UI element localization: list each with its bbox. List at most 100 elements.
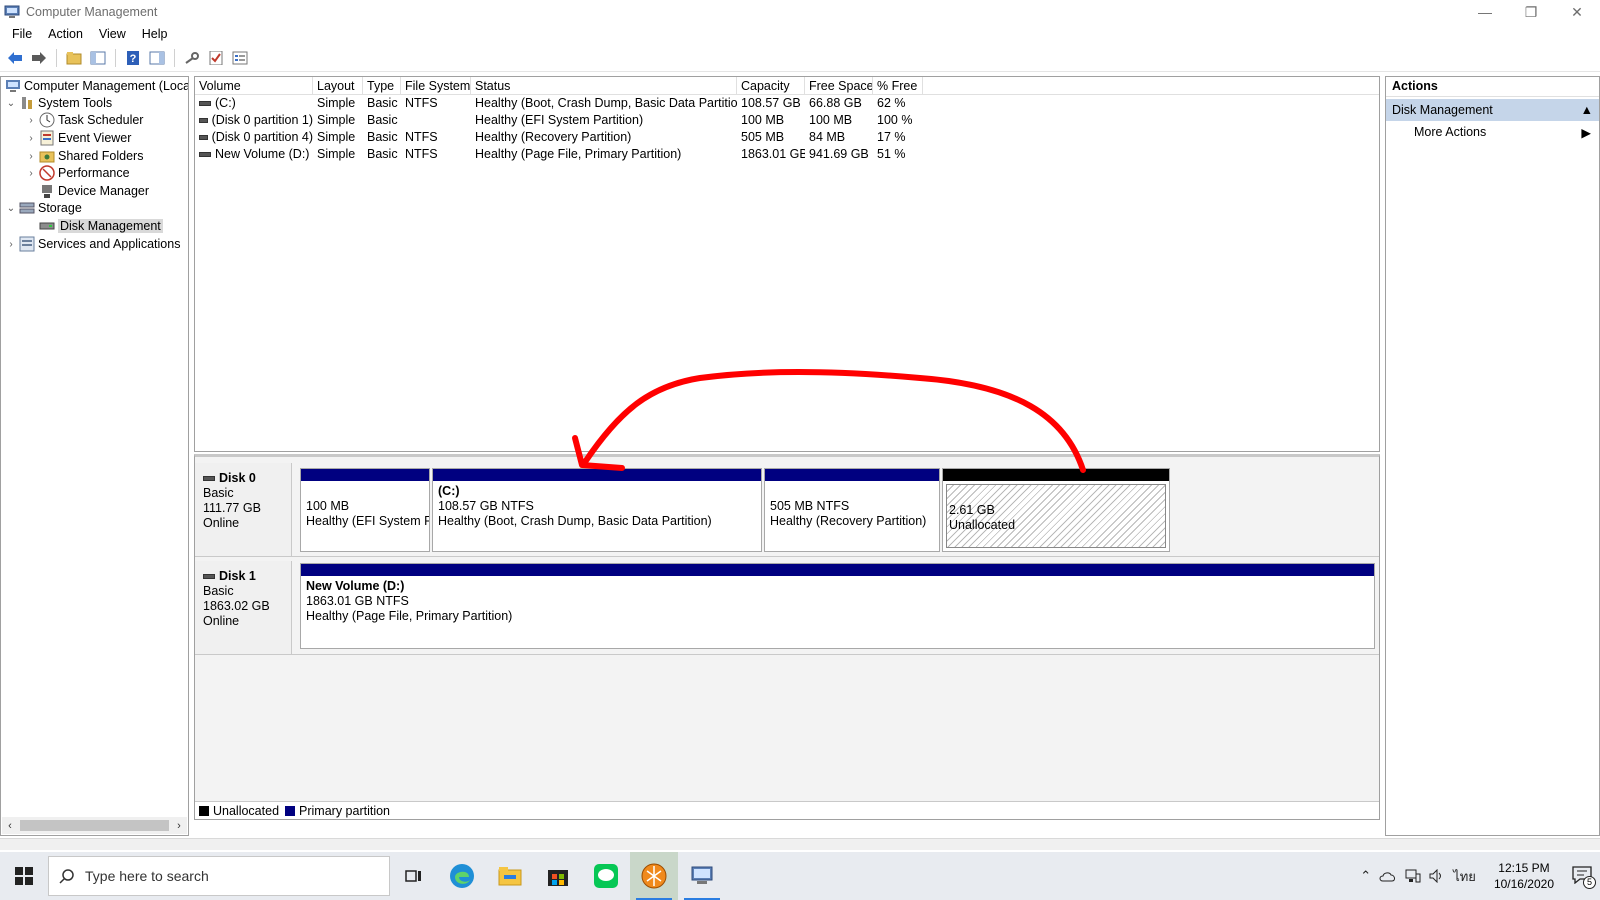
notification-center-button[interactable]: 5 [1572,865,1596,889]
cell-type: Basic [367,130,398,144]
back-button[interactable] [4,47,26,69]
taskbar-edge[interactable] [438,852,486,900]
scroll-left-icon[interactable]: ‹ [2,820,18,832]
chevron-right-icon[interactable]: › [25,150,37,162]
up-folder-button[interactable] [63,47,85,69]
device-manager-icon [42,185,52,198]
disk-name: Disk 1 [219,569,256,583]
tree-item-performance[interactable]: › Performance [25,164,130,182]
input-language[interactable]: ไทย [1453,866,1476,887]
cell-percent-free: 51 % [877,147,906,161]
tree-item-shared-folders[interactable]: › Shared Folders [25,147,143,165]
table-row[interactable]: (Disk 0 partition 1) Simple Basic Health… [195,112,1379,129]
task-view-button[interactable] [390,852,438,900]
cell-volume: (Disk 0 partition 4) [211,130,313,144]
column-header-file-system[interactable]: File System [401,77,471,94]
column-header-type[interactable]: Type [363,77,401,94]
partition-unallocated[interactable]: 2.61 GB Unallocated [942,468,1170,552]
menu-file[interactable]: File [4,27,40,41]
more-actions[interactable]: More Actions ▶ [1386,121,1599,143]
collapse-up-icon[interactable]: ▲ [1581,103,1593,117]
menu-view[interactable]: View [91,27,134,41]
close-button[interactable]: ✕ [1554,0,1600,24]
menu-help[interactable]: Help [134,27,176,41]
disk-size: 1863.02 GB [203,599,270,613]
tree-item-services[interactable]: › Services and Applications [5,235,180,253]
properties-button[interactable] [205,47,227,69]
show-hide-tree-button[interactable] [87,47,109,69]
show-action-pane-button[interactable] [146,47,168,69]
column-header-percent-free[interactable]: % Free [873,77,923,94]
taskbar-line[interactable] [582,852,630,900]
tree-horizontal-scrollbar[interactable]: ‹ › [2,817,187,834]
chevron-right-icon[interactable]: › [25,114,37,126]
cell-type: Basic [367,96,398,110]
table-row[interactable]: (C:) Simple Basic NTFS Healthy (Boot, Cr… [195,95,1379,112]
event-log-icon [40,130,54,146]
menu-action[interactable]: Action [40,27,91,41]
minimize-button[interactable]: — [1462,0,1508,24]
partition-size: 2.61 GB [949,503,995,517]
column-header-free-space[interactable]: Free Space [805,77,873,94]
clock[interactable]: 12:15 PM 10/16/2020 [1494,860,1554,892]
partition-c[interactable]: (C:) 108.57 GB NTFS Healthy (Boot, Crash… [432,468,762,552]
chevron-right-icon[interactable]: › [25,167,37,179]
services-icon [19,236,35,252]
scroll-right-icon[interactable]: › [171,820,187,832]
line-app-icon [594,864,618,888]
chevron-down-icon[interactable]: ⌄ [5,97,17,109]
tree-label: Computer Management (Local [24,79,189,93]
taskbar-file-explorer[interactable] [486,852,534,900]
disk-1-info[interactable]: Disk 1 Basic 1863.02 GB Online [195,561,292,654]
cell-status: Healthy (Boot, Crash Dump, Basic Data Pa… [475,96,737,110]
onedrive-icon[interactable] [1379,870,1397,882]
start-button[interactable] [0,852,48,900]
tree-item-event-viewer[interactable]: › Event Viewer [25,129,131,147]
tree-item-system-tools[interactable]: ⌄ System Tools [5,94,112,112]
table-row[interactable]: (Disk 0 partition 4) Simple Basic NTFS H… [195,129,1379,146]
task-view-icon [405,870,421,882]
connect-button[interactable] [181,47,203,69]
chevron-right-icon[interactable]: › [25,132,37,144]
cell-file-system: NTFS [405,147,438,161]
column-header-volume[interactable]: Volume [195,77,313,94]
taskbar-computer-management[interactable] [678,852,726,900]
tree-item-storage[interactable]: ⌄ Storage [5,199,82,217]
volume-icon[interactable] [1429,869,1445,883]
actions-group-disk-management[interactable]: Disk Management ▲ [1386,99,1599,121]
show-hidden-icons-icon[interactable]: ⌃ [1360,868,1371,884]
tree-item-disk-management[interactable]: Disk Management [37,217,163,235]
tree-label: Task Scheduler [58,113,144,127]
view-button[interactable] [229,47,251,69]
partition-d[interactable]: New Volume (D:) 1863.01 GB NTFS Healthy … [300,563,1375,649]
column-header-layout[interactable]: Layout [313,77,363,94]
column-header-status[interactable]: Status [471,77,737,94]
tree-item-task-scheduler[interactable]: › Task Scheduler [25,111,143,129]
taskbar-active-app[interactable] [630,852,678,900]
tree-item-device-manager[interactable]: Device Manager [37,182,149,200]
taskbar-search[interactable]: Type here to search [48,856,390,896]
help-button[interactable]: ? [122,47,144,69]
tree-label: System Tools [38,96,113,110]
taskbar: Type here to search ⌃ ไทย 12:15 PM 10/16… [0,852,1600,900]
chevron-right-icon[interactable]: › [5,238,17,250]
partition-recovery[interactable]: 505 MB NTFS Healthy (Recovery Partition) [764,468,940,552]
table-row[interactable]: New Volume (D:) Simple Basic NTFS Health… [195,146,1379,163]
scroll-thumb[interactable] [20,820,169,831]
cell-volume: (C:) [215,96,236,110]
partition-efi[interactable]: 100 MB Healthy (EFI System Pa [300,468,430,552]
cell-layout: Simple [317,113,356,127]
search-icon [59,869,74,884]
partition-bar [301,469,429,481]
forward-button[interactable] [28,47,50,69]
network-icon[interactable] [1405,869,1421,883]
tree-item-root[interactable]: Computer Management (Local [3,77,189,95]
chevron-down-icon[interactable]: ⌄ [5,202,17,214]
key-icon [185,51,199,64]
taskbar-store[interactable] [534,852,582,900]
disk-0-info[interactable]: Disk 0 Basic 111.77 GB Online [195,463,292,556]
tree-label: Disk Management [58,219,163,233]
column-header-capacity[interactable]: Capacity [737,77,805,94]
restore-button[interactable]: ❐ [1508,0,1554,24]
performance-icon [39,165,55,181]
